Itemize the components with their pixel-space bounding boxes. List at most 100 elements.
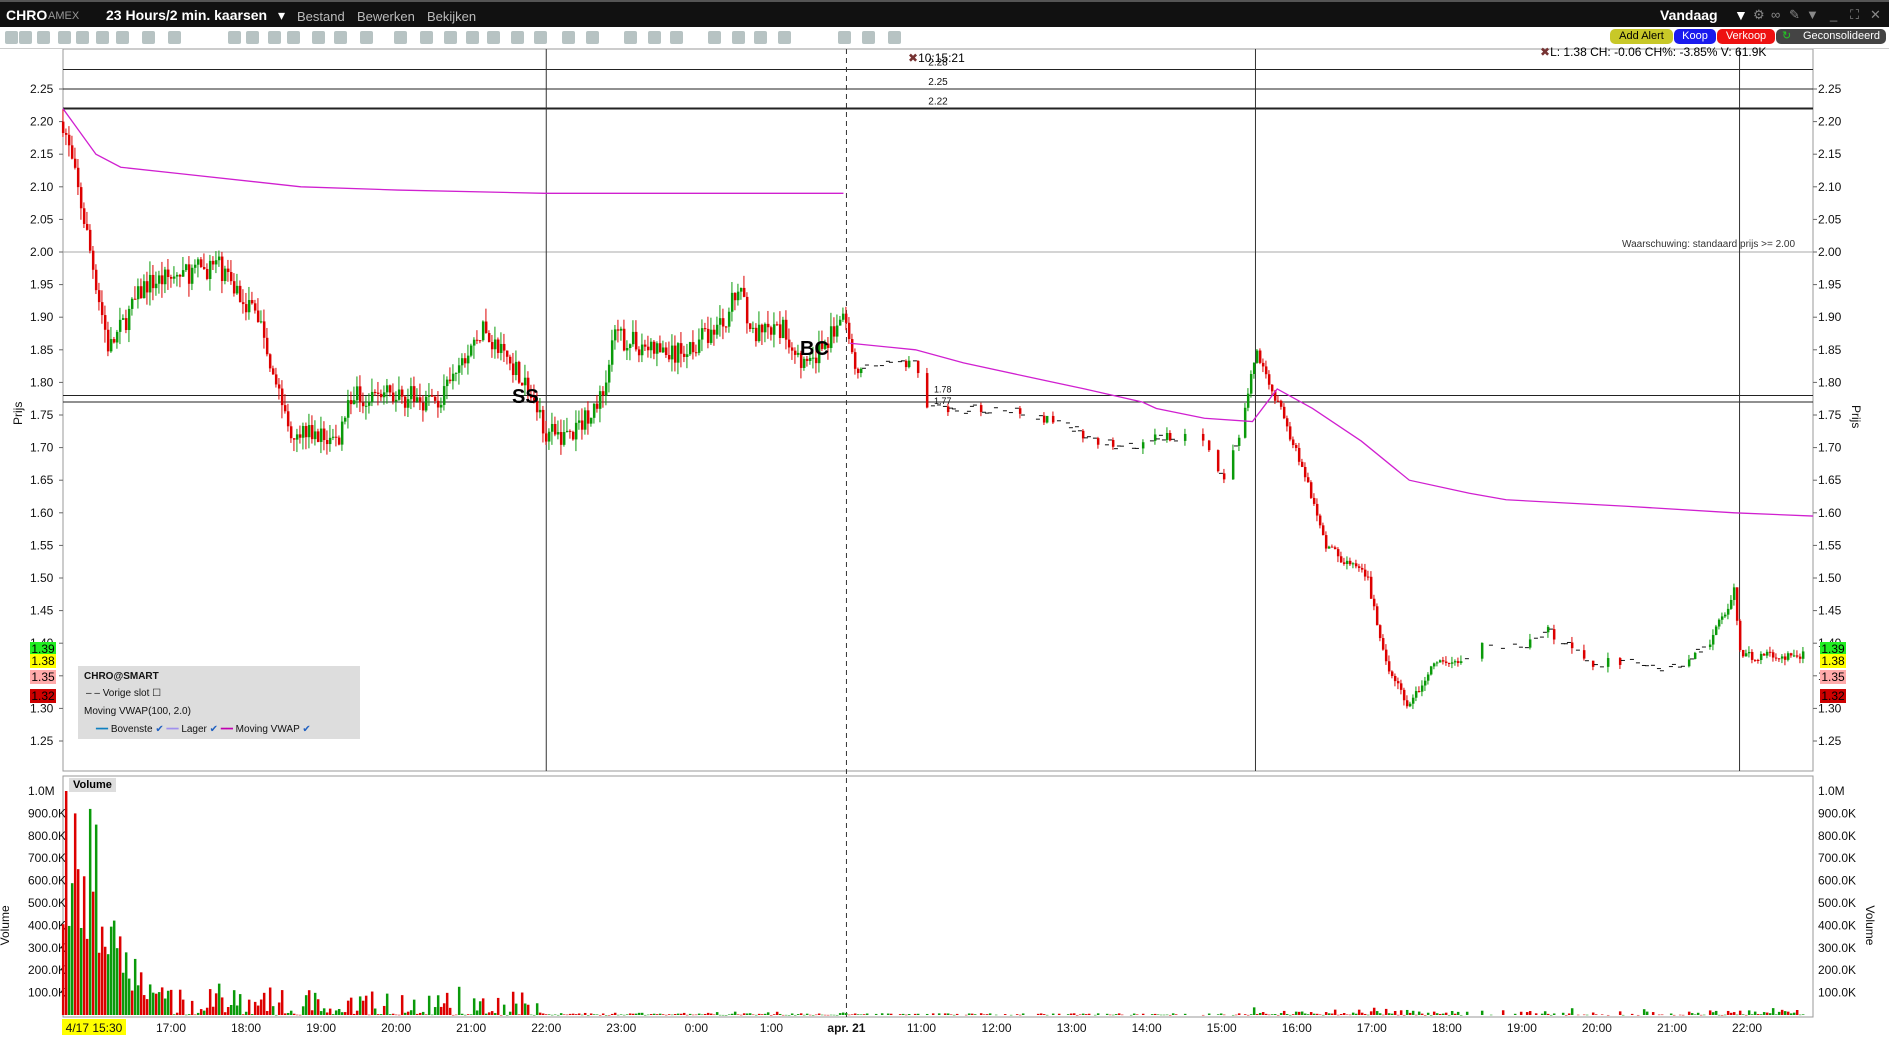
gear-icon[interactable]: ⚙ (1753, 7, 1765, 23)
volume-bar (562, 1014, 566, 1015)
toolbar-tool-icon[interactable] (561, 31, 575, 44)
timeframe-dropdown[interactable]: 23 Hours/2 min. kaarsen (106, 7, 267, 23)
candle-body (646, 346, 650, 351)
toolbar-tool-icon[interactable] (708, 31, 721, 44)
volume-bar (154, 993, 158, 1015)
toolbar-tool-icon[interactable] (37, 31, 51, 44)
toolbar-tool-icon[interactable] (444, 31, 457, 44)
exchange-dropdown[interactable]: AMEX (48, 10, 79, 22)
toolbar-tool-icon[interactable] (777, 31, 791, 44)
vwap-line (62, 108, 844, 194)
price-tick-right: 1.55 (1818, 538, 1842, 552)
sell-button[interactable]: Verkoop (1717, 29, 1775, 44)
toolbar-tool-icon[interactable] (267, 31, 281, 44)
toolbar-tool-icon[interactable] (228, 31, 241, 44)
candle-body (565, 430, 569, 433)
menu-bewerken[interactable]: Bewerken (357, 9, 415, 24)
candle-body (208, 260, 212, 279)
volume-tick-left: 500.0K (28, 896, 66, 910)
volume-bar (325, 1012, 329, 1015)
volume-bar (508, 1011, 512, 1015)
toolbar-tool-icon[interactable] (487, 31, 501, 44)
toolbar-tool-icon[interactable] (75, 31, 89, 44)
buy-button[interactable]: Koop (1674, 29, 1716, 44)
close-crosshair-icon[interactable]: ✖ (908, 51, 918, 65)
volume-bar (1459, 1014, 1463, 1016)
legend-prev-close[interactable]: – – Vorige slot ☐ (86, 688, 161, 699)
toolbar-tool-icon[interactable] (888, 31, 901, 44)
menu-bekijken[interactable]: Bekijken (427, 9, 476, 24)
toolbar-tool-icon[interactable] (168, 31, 181, 44)
candle-body (1348, 560, 1352, 565)
candle-body (286, 411, 290, 427)
candle-body (1297, 447, 1301, 462)
add-alert-button[interactable]: Add Alert (1610, 29, 1673, 44)
toolbar-tool-icon[interactable] (96, 31, 109, 44)
toolbar-tool-icon[interactable] (4, 31, 18, 44)
maximize-icon[interactable]: ⛶ (1850, 7, 1859, 23)
price-tick-right: 2.25 (1818, 82, 1842, 96)
toolbar-tool-icon[interactable] (624, 31, 637, 44)
volume-tick-right: 100.0K (1818, 986, 1856, 1000)
volume-bar (1426, 1012, 1430, 1015)
toolbar-tool-icon[interactable] (465, 31, 479, 44)
toolbar-tool-icon[interactable] (585, 31, 599, 44)
volume-bar (700, 1014, 704, 1016)
chevron-down-icon[interactable]: ▼ (1734, 7, 1748, 23)
close-info-icon[interactable]: ✖ (1540, 45, 1550, 59)
volume-bar (793, 1014, 797, 1016)
period-dropdown[interactable]: Vandaag (1660, 7, 1718, 23)
volume-bar (619, 1014, 623, 1015)
consolidated-button[interactable]: ↻ Geconsolideerd (1776, 29, 1886, 44)
volume-bar (1402, 1014, 1406, 1016)
volume-bar (1156, 1014, 1160, 1015)
pin-icon[interactable]: ✎ (1789, 7, 1800, 23)
toolbar-tool-icon[interactable] (333, 31, 347, 44)
toolbar-tool-icon[interactable] (732, 31, 745, 44)
toolbar-tool-icon[interactable] (648, 31, 661, 44)
time-tick: 0:00 (685, 1021, 709, 1035)
menu-chevron-icon[interactable]: ▼ (1806, 7, 1819, 22)
toolbar-tool-icon[interactable] (19, 31, 33, 44)
volume-bar (229, 1004, 233, 1015)
close-icon[interactable]: ✕ (1870, 7, 1881, 23)
toolbar-tool-icon[interactable] (861, 31, 875, 44)
candle-body (1165, 433, 1169, 440)
volume-bar (283, 1013, 287, 1015)
volume-bar (424, 1014, 428, 1015)
link-icon[interactable]: ∞ (1771, 7, 1780, 22)
toolbar-tool-icon[interactable] (141, 31, 155, 44)
toolbar-tool-icon[interactable] (534, 31, 547, 44)
volume-bar (376, 1014, 380, 1015)
toolbar-tool-icon[interactable] (753, 31, 767, 44)
candle-body (1411, 697, 1415, 704)
toolbar-tool-icon[interactable] (511, 31, 525, 44)
candle-body (1153, 434, 1157, 441)
timeframe-chevron-icon[interactable]: ▾ (278, 7, 285, 24)
toolbar-tool-icon[interactable] (837, 31, 851, 44)
symbol[interactable]: CHRO (6, 7, 47, 23)
volume-bar (343, 1012, 347, 1015)
minimize-icon[interactable]: _ (1830, 7, 1837, 22)
volume-tick-left: 700.0K (28, 851, 66, 865)
candle-body (1747, 651, 1751, 654)
price-chart[interactable]: 2.25 2.25 2.20 2.20 2.15 2.15 2.10 2.10 2.05 2.05… (0, 49, 1889, 1040)
toolbar-tool-icon[interactable] (57, 31, 71, 44)
toolbar-tool-icon[interactable] (286, 31, 300, 44)
toolbar-tool-icon[interactable] (246, 31, 259, 44)
toolbar-tool-icon[interactable] (312, 31, 325, 44)
toolbar-tool-icon[interactable] (393, 31, 407, 44)
candle-body (730, 292, 734, 312)
toolbar-tool-icon[interactable] (360, 31, 373, 44)
volume-bar (1525, 1012, 1529, 1015)
toolbar-tool-icon[interactable] (669, 31, 683, 44)
volume-bar (1720, 1014, 1724, 1016)
candle-body (775, 324, 779, 326)
volume-bar (955, 1013, 959, 1015)
volume-bar (166, 990, 170, 1015)
toolbar-tool-icon[interactable] (116, 31, 130, 44)
volume-bar (136, 985, 140, 1015)
toolbar-tool-icon[interactable] (420, 31, 433, 44)
menu-bestand[interactable]: Bestand (297, 9, 345, 24)
candle-body (832, 326, 836, 337)
